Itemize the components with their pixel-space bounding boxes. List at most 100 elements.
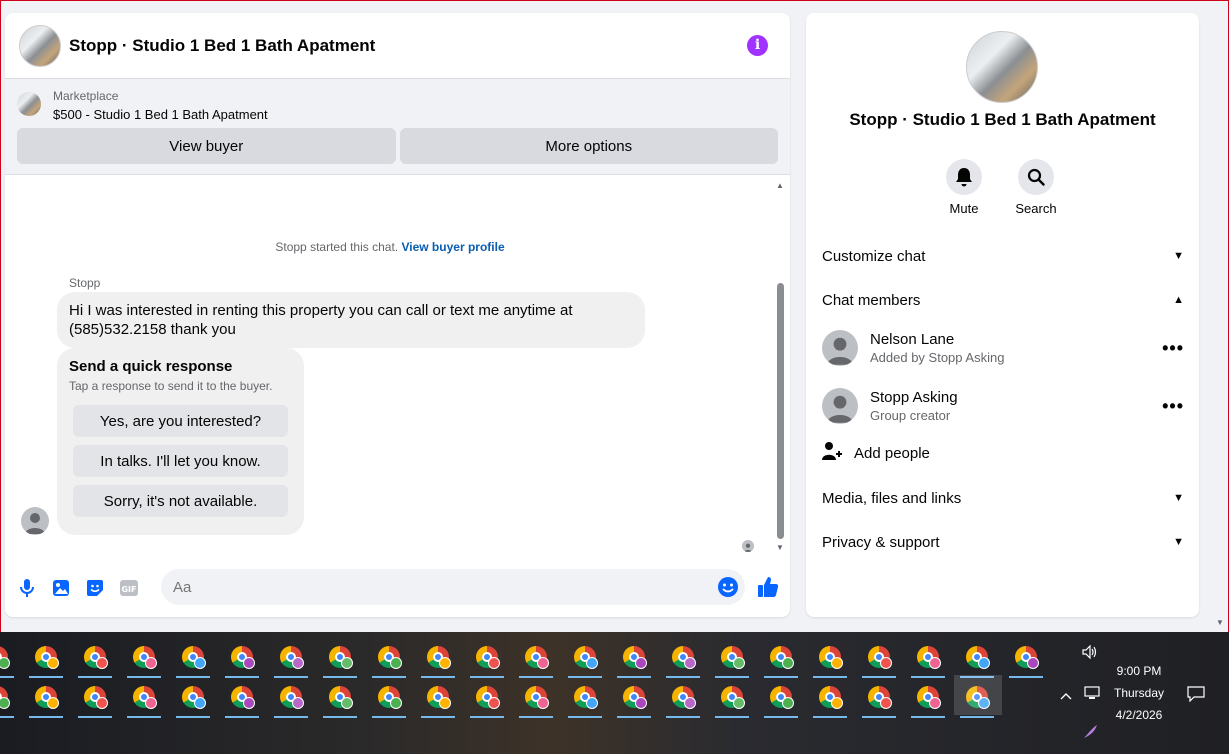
more-options-icon[interactable]: ••• — [1162, 338, 1184, 359]
chat-title[interactable]: Stopp · Studio 1 Bed 1 Bath Apatment — [69, 36, 375, 56]
clock-date[interactable]: 4/2/2026 — [1100, 708, 1178, 722]
member-role: Added by Stopp Asking — [870, 350, 1005, 365]
chrome-taskbar-icon[interactable] — [323, 678, 357, 718]
composer: GIF — [5, 569, 790, 607]
sticker-icon[interactable] — [83, 576, 107, 600]
view-buyer-button[interactable]: View buyer — [17, 128, 396, 164]
chrome-taskbar-icon[interactable] — [127, 638, 161, 678]
chrome-taskbar-icon[interactable] — [470, 678, 504, 718]
quick-response-not-available[interactable]: Sorry, it's not available. — [73, 485, 288, 517]
chat-header: Stopp · Studio 1 Bed 1 Bath Apatment i — [5, 13, 790, 79]
chrome-taskbar-icon[interactable] — [911, 678, 945, 718]
chrome-taskbar-icon[interactable] — [421, 638, 455, 678]
clock-day[interactable]: Thursday — [1100, 686, 1178, 700]
gif-icon[interactable]: GIF — [117, 576, 141, 600]
photo-icon[interactable] — [49, 576, 73, 600]
microphone-icon[interactable] — [15, 576, 39, 600]
message-input[interactable] — [161, 569, 745, 605]
taskbar-row — [0, 636, 1070, 680]
listing-avatar[interactable] — [966, 31, 1038, 103]
chrome-taskbar-icon[interactable] — [176, 678, 210, 718]
network-icon[interactable] — [1084, 686, 1100, 703]
privacy-support-section[interactable]: Privacy & support ▼ — [822, 527, 1184, 557]
chat-members-section[interactable]: Chat members ▲ — [822, 285, 1184, 315]
chrome-taskbar-icon[interactable] — [715, 678, 749, 718]
chrome-taskbar-icon[interactable] — [274, 678, 308, 718]
chrome-taskbar-icon[interactable] — [127, 678, 161, 718]
search-icon[interactable] — [1018, 159, 1054, 195]
volume-icon[interactable] — [1082, 644, 1098, 662]
member-row[interactable]: Stopp Asking Group creator ••• — [822, 386, 1184, 426]
member-row[interactable]: Nelson Lane Added by Stopp Asking ••• — [822, 328, 1184, 368]
more-options-icon[interactable]: ••• — [1162, 396, 1184, 417]
media-files-section[interactable]: Media, files and links ▼ — [822, 483, 1184, 513]
quick-response-subtitle: Tap a response to send it to the buyer. — [69, 379, 273, 393]
chrome-taskbar-icon[interactable] — [225, 638, 259, 678]
info-icon[interactable]: i — [747, 35, 768, 56]
chrome-taskbar-icon[interactable] — [78, 638, 112, 678]
chrome-taskbar-icon[interactable] — [29, 678, 63, 718]
mute-label: Mute — [949, 201, 979, 216]
chrome-taskbar-icon[interactable] — [568, 638, 602, 678]
member-avatar[interactable] — [822, 388, 858, 424]
scrollbar-thumb[interactable] — [777, 283, 784, 539]
chrome-taskbar-icon[interactable] — [617, 638, 651, 678]
chrome-taskbar-icon[interactable] — [715, 638, 749, 678]
listing-thumbnail[interactable] — [17, 92, 41, 116]
chrome-taskbar-icon[interactable] — [813, 638, 847, 678]
chrome-taskbar-icon[interactable] — [470, 638, 504, 678]
chrome-taskbar-icon[interactable] — [666, 638, 700, 678]
chrome-taskbar-icon[interactable] — [29, 638, 63, 678]
chrome-taskbar-icon[interactable] — [764, 638, 798, 678]
chevron-up-icon[interactable] — [1060, 687, 1072, 703]
chrome-taskbar-icon[interactable] — [666, 678, 700, 718]
chrome-taskbar-icon[interactable] — [862, 678, 896, 718]
chrome-taskbar-icon[interactable] — [813, 678, 847, 718]
customize-chat-section[interactable]: Customize chat ▼ — [822, 241, 1184, 271]
sender-name: Stopp — [69, 276, 101, 290]
view-buyer-profile-link[interactable]: View buyer profile — [401, 240, 504, 254]
chrome-taskbar-icon[interactable] — [323, 638, 357, 678]
chrome-taskbar-icon[interactable] — [225, 678, 259, 718]
notification-icon[interactable] — [1187, 686, 1205, 705]
member-avatar[interactable] — [822, 330, 858, 366]
taskbar: 9:00 PM Thursday 4/2/2026 — [0, 632, 1229, 754]
chrome-taskbar-icon[interactable] — [764, 678, 798, 718]
bell-icon[interactable] — [946, 159, 982, 195]
clock-time[interactable]: 9:00 PM — [1100, 664, 1178, 678]
add-people-button[interactable]: Add people — [822, 441, 930, 466]
chat-info-panel: Stopp · Studio 1 Bed 1 Bath Apatment Mut… — [806, 13, 1199, 617]
chrome-taskbar-icon[interactable] — [372, 678, 406, 718]
scroll-up-arrow[interactable]: ▲ — [776, 181, 784, 190]
chrome-taskbar-icon[interactable] — [519, 638, 553, 678]
sender-avatar[interactable] — [21, 507, 49, 535]
add-people-label: Add people — [854, 445, 930, 462]
chrome-taskbar-icon[interactable] — [960, 638, 994, 678]
mute-button[interactable]: Mute — [934, 159, 994, 216]
chrome-taskbar-icon[interactable] — [519, 678, 553, 718]
chrome-taskbar-icon[interactable] — [862, 638, 896, 678]
quick-response-in-talks[interactable]: In talks. I'll let you know. — [73, 445, 288, 477]
feather-icon[interactable] — [1082, 724, 1098, 743]
read-receipt-avatar — [742, 540, 754, 552]
chrome-taskbar-icon[interactable] — [274, 638, 308, 678]
chrome-taskbar-icon[interactable] — [617, 678, 651, 718]
page-scroll-down-arrow[interactable]: ▼ — [1216, 618, 1224, 627]
search-button[interactable]: Search — [1006, 159, 1066, 216]
chrome-taskbar-icon[interactable] — [0, 678, 14, 718]
chat-avatar[interactable] — [19, 24, 61, 67]
chrome-taskbar-icon[interactable] — [421, 678, 455, 718]
listing-title[interactable]: $500 - Studio 1 Bed 1 Bath Apatment — [53, 107, 268, 122]
chrome-taskbar-icon[interactable] — [372, 638, 406, 678]
thumbs-up-icon[interactable] — [756, 575, 780, 604]
quick-response-yes[interactable]: Yes, are you interested? — [73, 405, 288, 437]
more-options-button[interactable]: More options — [399, 128, 778, 164]
emoji-icon[interactable] — [717, 576, 739, 603]
scroll-down-arrow[interactable]: ▼ — [776, 543, 784, 552]
chrome-taskbar-icon[interactable] — [568, 678, 602, 718]
chrome-taskbar-icon[interactable] — [0, 638, 14, 678]
chrome-taskbar-icon[interactable] — [78, 678, 112, 718]
chrome-taskbar-icon[interactable] — [911, 638, 945, 678]
chrome-taskbar-icon[interactable] — [1009, 638, 1043, 678]
chrome-taskbar-icon[interactable] — [176, 638, 210, 678]
